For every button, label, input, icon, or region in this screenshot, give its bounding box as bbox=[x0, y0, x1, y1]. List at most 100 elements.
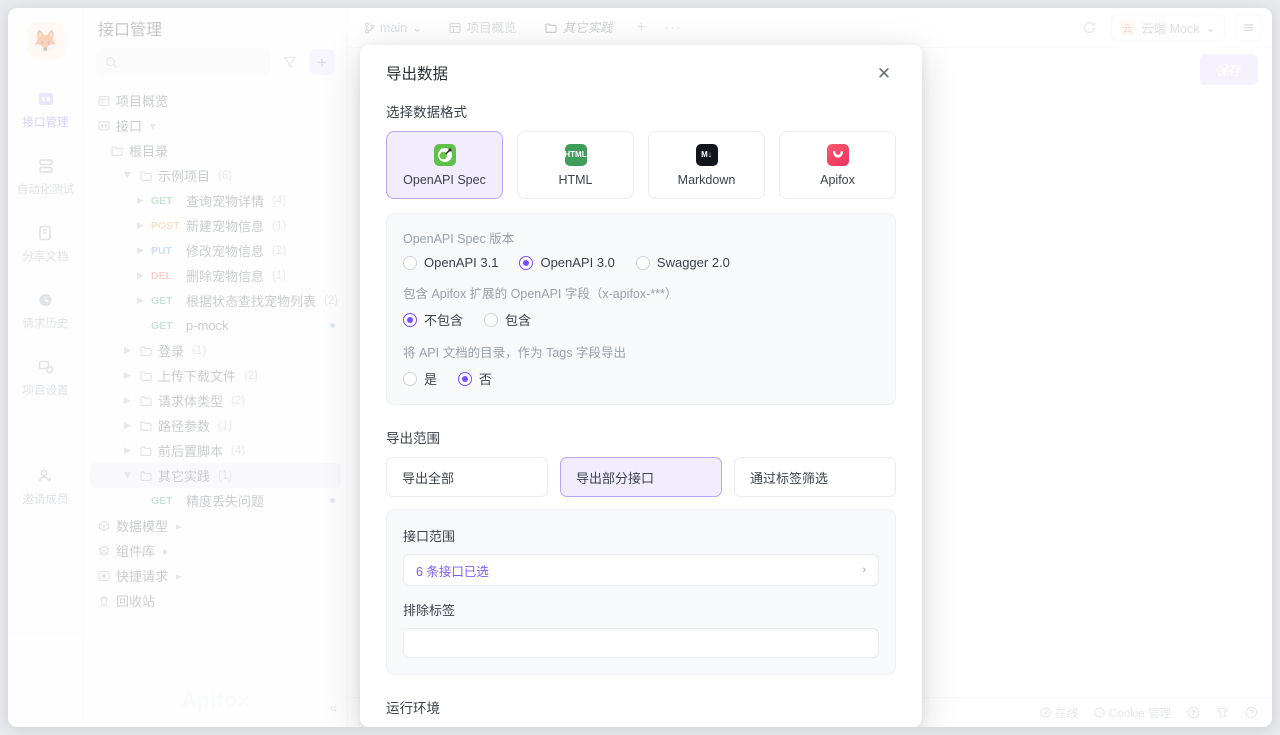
tab-project-overview[interactable]: 项目概览 bbox=[435, 8, 531, 48]
tree-nav-row[interactable]: 组件库 ▸ bbox=[90, 538, 341, 563]
tree-folder-row[interactable]: ▶ 上传下载文件 (2) bbox=[90, 363, 341, 388]
tree-item-expander[interactable]: ▾ bbox=[150, 119, 156, 133]
tree-folder-row[interactable]: ▶ 路径参数 (1) bbox=[90, 413, 341, 438]
rail-item-project-settings[interactable]: 项目设置 bbox=[12, 350, 80, 404]
close-icon[interactable]: ✕ bbox=[872, 61, 896, 85]
openapi-options-panel: OpenAPI Spec 版本 OpenAPI 3.1 OpenAPI 3.0 … bbox=[386, 213, 896, 405]
radio-label: 是 bbox=[424, 372, 438, 387]
chevron-down-icon[interactable]: ▶ bbox=[122, 470, 133, 481]
chevron-right-icon[interactable]: ▶ bbox=[135, 195, 146, 206]
radio-exclude-extension[interactable] bbox=[403, 312, 417, 327]
scope-export-partial[interactable]: 导出部分接口 bbox=[560, 457, 722, 497]
radio-swagger-20[interactable] bbox=[635, 255, 650, 270]
top-bar: main ⌄ 项目概览 其它实践 + ··· 云 云端 Mock ⌄ bbox=[348, 8, 1272, 48]
tree-item-expander[interactable]: ▸ bbox=[176, 569, 182, 583]
component-icon bbox=[96, 545, 111, 557]
tree-nav-row[interactable]: 快捷请求 ▸ bbox=[90, 563, 341, 588]
chevron-down-icon: ⌄ bbox=[412, 21, 423, 35]
chevron-down-icon[interactable]: ▶ bbox=[122, 170, 133, 181]
tree-api-row[interactable]: GET 精度丢失问题 bbox=[90, 488, 341, 513]
fox-logo-icon[interactable]: 🦊 bbox=[26, 22, 65, 60]
scope-export-all[interactable]: 导出全部 bbox=[386, 457, 548, 497]
status-cookie[interactable]: Cookie 管理 bbox=[1094, 705, 1171, 721]
chevron-right-icon[interactable]: ▶ bbox=[122, 370, 133, 381]
tree-folder-row[interactable]: 根目录 bbox=[90, 138, 341, 163]
radio-tags-yes[interactable] bbox=[403, 371, 417, 386]
status-online[interactable]: 在线 bbox=[1040, 705, 1078, 721]
tree-folder-row[interactable]: ▶ 示例项目 (6) bbox=[90, 163, 341, 188]
format-section-label: 选择数据格式 bbox=[386, 105, 467, 120]
filter-icon[interactable] bbox=[279, 51, 301, 73]
tree-folder-row[interactable]: ▶ 登录 (1) bbox=[90, 338, 341, 363]
mock-selector[interactable]: 云 云端 Mock ⌄ bbox=[1110, 14, 1225, 41]
format-card-openapi[interactable]: OpenAPI Spec bbox=[386, 131, 503, 199]
tree-item-count: (1) bbox=[218, 469, 233, 482]
chevron-right-icon[interactable]: ▶ bbox=[122, 420, 133, 431]
tree-api-row[interactable]: GET p-mock bbox=[90, 313, 341, 338]
tab-other-practice[interactable]: 其它实践 bbox=[531, 8, 627, 48]
tree-api-row[interactable]: ▶ DEL 删除宠物信息 (1) bbox=[90, 263, 341, 288]
chevron-right-icon[interactable]: ▶ bbox=[122, 445, 133, 456]
tree-nav-row[interactable]: 接口 ▾ bbox=[90, 113, 341, 138]
tree-item-label: 登录 bbox=[158, 344, 185, 359]
format-card-markdown[interactable]: M↓ Markdown bbox=[648, 131, 765, 199]
http-method-badge: GET bbox=[151, 494, 173, 507]
add-tab-button[interactable]: + bbox=[627, 19, 656, 37]
radio-include-extension[interactable] bbox=[484, 312, 499, 327]
radio-label: 包含 bbox=[505, 313, 532, 328]
api-scope-selector[interactable]: 6 条接口已选 › bbox=[403, 554, 879, 586]
tree-api-row[interactable]: ▶ POST 新建宠物信息 (1) bbox=[90, 213, 341, 238]
format-name: HTML bbox=[558, 172, 593, 187]
tree-folder-row[interactable]: ▶ 请求体类型 (2) bbox=[90, 388, 341, 413]
radio-label: 不包含 bbox=[424, 313, 464, 328]
upload-circle-icon[interactable] bbox=[1187, 706, 1200, 719]
rail-item-request-history[interactable]: 请求历史 bbox=[12, 283, 80, 337]
tree-nav-row[interactable]: 回收站 bbox=[90, 588, 341, 613]
html-icon: HTML bbox=[564, 143, 587, 166]
chevron-right-icon[interactable]: ▶ bbox=[135, 245, 146, 256]
branch-selector[interactable]: main ⌄ bbox=[352, 20, 435, 35]
branch-name: main bbox=[380, 20, 408, 35]
tree-nav-row[interactable]: 项目概览 bbox=[90, 88, 341, 113]
tree-item-label: 数据模型 bbox=[116, 519, 169, 534]
tree-api-row[interactable]: ▶ PUT 修改宠物信息 (2) bbox=[90, 238, 341, 263]
rail-item-invite-member[interactable]: 邀请成员 bbox=[12, 459, 80, 513]
chevron-right-icon[interactable]: ▶ bbox=[135, 295, 146, 306]
env-label: 运行环境 bbox=[386, 701, 440, 716]
chevron-right-icon[interactable]: ▶ bbox=[122, 395, 133, 406]
format-card-html[interactable]: HTML HTML bbox=[517, 131, 634, 199]
exclude-tag-input[interactable] bbox=[403, 628, 879, 658]
more-tabs-button[interactable]: ··· bbox=[656, 19, 690, 36]
tree-folder-row[interactable]: ▶ 其它实践 (1) bbox=[90, 463, 341, 488]
rail-item-api-manage[interactable]: 接口管理 bbox=[12, 82, 80, 136]
radio-openapi-31[interactable] bbox=[403, 255, 417, 270]
scope-filter-by-tag[interactable]: 通过标签筛选 bbox=[734, 457, 896, 497]
tree-folder-row[interactable]: ▶ 前后置脚本 (4) bbox=[90, 438, 341, 463]
tree-nav-row[interactable]: 数据模型 ▸ bbox=[90, 513, 341, 538]
search-box[interactable] bbox=[96, 48, 271, 76]
collapse-sidebar-button[interactable]: « bbox=[330, 700, 337, 715]
rail-item-share-doc[interactable]: 分享文档 bbox=[12, 216, 80, 270]
add-api-button[interactable]: + bbox=[309, 49, 335, 75]
format-name: Apifox bbox=[820, 172, 855, 187]
folder-icon bbox=[544, 22, 557, 33]
refresh-icon[interactable] bbox=[1079, 17, 1101, 39]
tree-item-expander[interactable]: ▸ bbox=[176, 519, 182, 533]
radio-openapi-30[interactable] bbox=[519, 255, 534, 270]
chevron-right-icon[interactable]: ▶ bbox=[122, 345, 133, 356]
tree-api-row[interactable]: ▶ GET 查询宠物详情 (4) bbox=[90, 188, 341, 213]
radio-tags-no[interactable] bbox=[458, 371, 473, 386]
theme-icon[interactable] bbox=[1216, 706, 1229, 719]
rail-label: 项目设置 bbox=[22, 385, 69, 397]
tree-item-expander[interactable]: ▸ bbox=[163, 544, 169, 558]
rail-item-automation-test[interactable]: 自动化测试 bbox=[12, 149, 80, 203]
help-circle-icon[interactable] bbox=[1245, 706, 1258, 719]
chevron-right-icon[interactable]: ▶ bbox=[135, 220, 146, 231]
search-input[interactable] bbox=[124, 55, 262, 69]
save-button[interactable]: 保存 bbox=[1199, 53, 1258, 85]
tree-item-label: p-mock bbox=[186, 318, 229, 333]
chevron-right-icon[interactable]: ▶ bbox=[135, 270, 146, 281]
hamburger-icon[interactable] bbox=[1235, 14, 1262, 41]
format-card-apifox[interactable]: Apifox bbox=[779, 131, 896, 199]
tree-api-row[interactable]: ▶ GET 根据状态查找宠物列表 (2) bbox=[90, 288, 341, 313]
